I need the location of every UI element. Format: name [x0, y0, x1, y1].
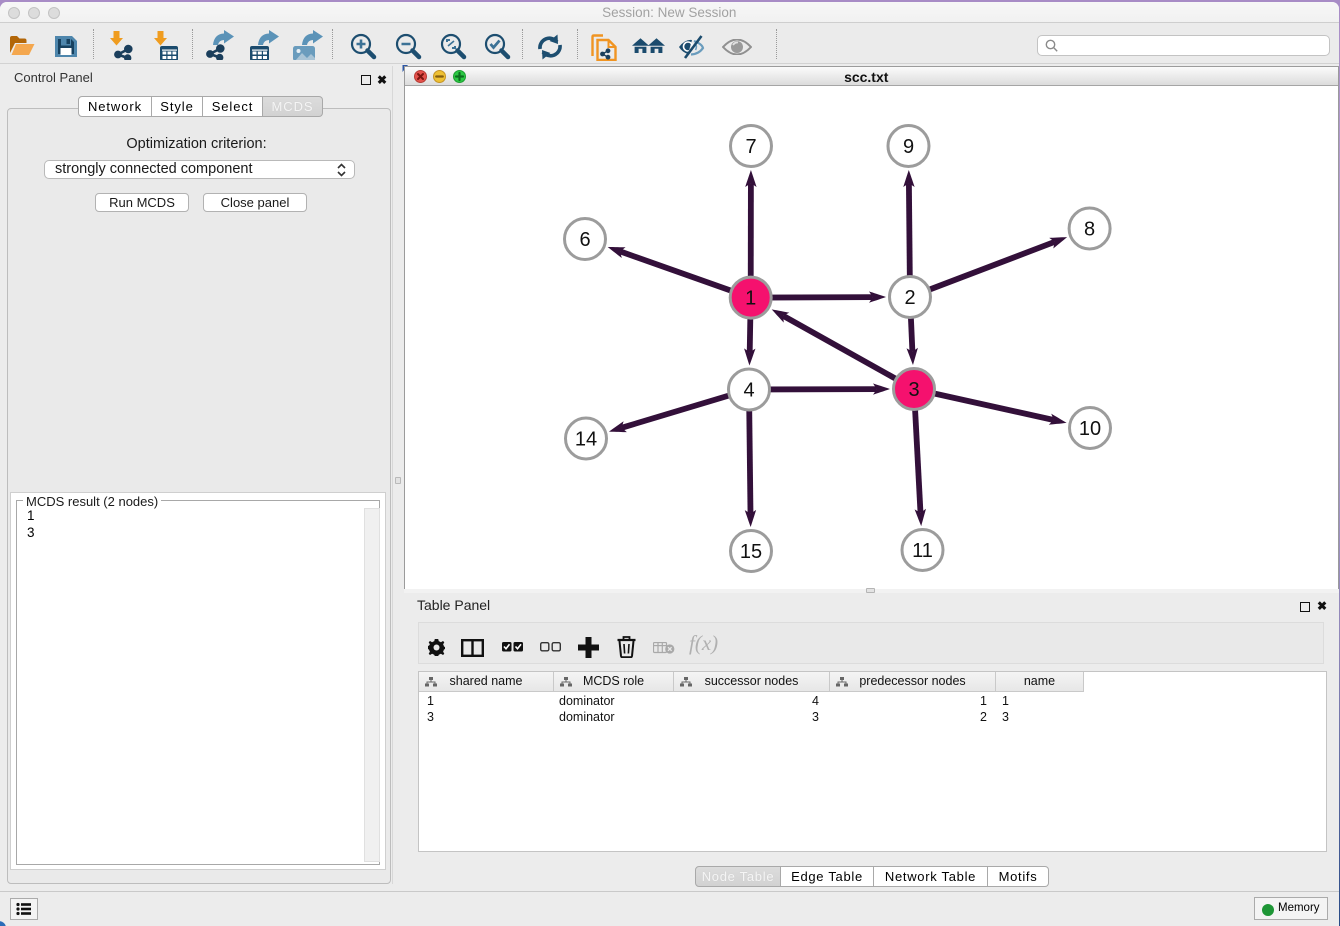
- svg-text:1: 1: [745, 288, 756, 310]
- svg-text:14: 14: [575, 429, 597, 451]
- svg-text:10: 10: [1079, 418, 1101, 440]
- svg-text:2: 2: [904, 287, 915, 309]
- svg-text:3: 3: [908, 379, 919, 401]
- svg-text:4: 4: [743, 380, 754, 402]
- svg-text:7: 7: [745, 136, 756, 158]
- svg-text:8: 8: [1084, 219, 1095, 241]
- svg-text:6: 6: [579, 229, 590, 251]
- svg-text:15: 15: [740, 541, 762, 563]
- svg-text:9: 9: [903, 136, 914, 158]
- svg-text:11: 11: [912, 540, 933, 562]
